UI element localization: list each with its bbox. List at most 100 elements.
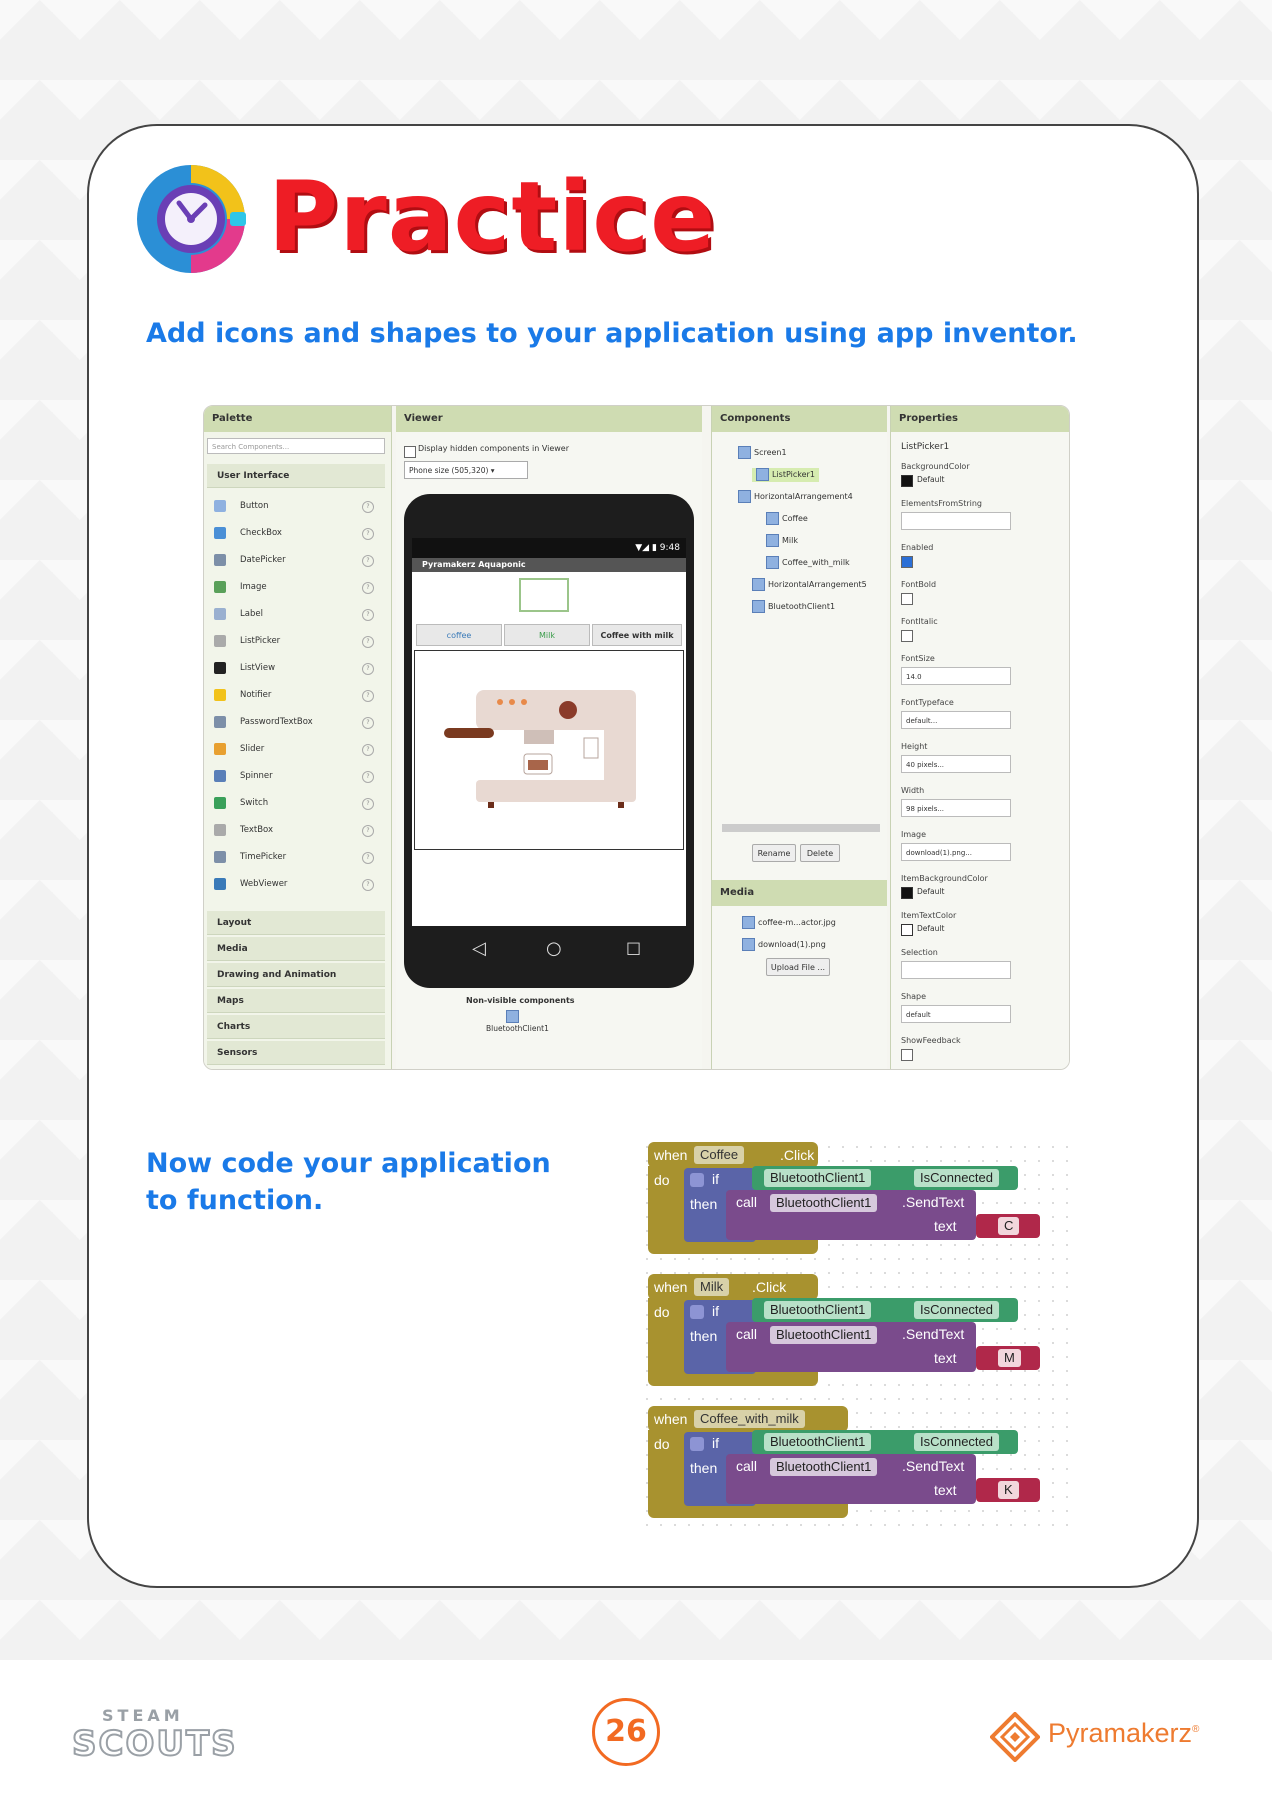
property-label: Width	[901, 786, 925, 795]
palette-category[interactable]: Charts	[207, 1015, 385, 1039]
bluetooth-component-dropdown[interactable]: BluetoothClient1	[764, 1301, 872, 1319]
property-input[interactable]	[901, 961, 1011, 979]
component-tree-item[interactable]: Coffee	[766, 512, 808, 526]
palette-category[interactable]: Sensors	[207, 1041, 385, 1065]
text-string-block[interactable]: M	[976, 1346, 1040, 1370]
component-tree-item[interactable]: HorizontalArrangement4	[738, 490, 853, 504]
component-tree-item[interactable]: ListPicker1	[752, 468, 819, 482]
help-icon[interactable]: ?	[362, 717, 374, 729]
media-file[interactable]: coffee-m...actor.jpg	[742, 916, 836, 930]
help-icon[interactable]: ?	[362, 663, 374, 675]
rename-button[interactable]: Rename	[752, 844, 796, 862]
component-tree-item[interactable]: BluetoothClient1	[752, 600, 835, 614]
bluetooth-component-dropdown[interactable]: BluetoothClient1	[764, 1433, 872, 1451]
property-input[interactable]	[901, 512, 1011, 530]
help-icon[interactable]: ?	[362, 744, 374, 756]
delete-button[interactable]: Delete	[800, 844, 840, 862]
bluetooth-call-dropdown[interactable]: BluetoothClient1	[770, 1326, 878, 1344]
event-component-dropdown[interactable]: Coffee_with_milk	[694, 1410, 805, 1428]
palette-item[interactable]: Switch?	[214, 791, 384, 815]
property-input[interactable]: download(1).png...	[901, 843, 1011, 861]
event-block-group[interactable]: when Coffee_with_milk .Click do if then Blueto…	[640, 1404, 1070, 1536]
palette-item[interactable]: ListPicker?	[214, 629, 384, 653]
event-block-group[interactable]: when Coffee .Click do if then BluetoothClient1…	[640, 1140, 1070, 1272]
mutator-gear-icon[interactable]	[690, 1305, 704, 1319]
steam-scouts-logo: STEAM SCOUTS	[71, 1706, 237, 1776]
property-label: Image	[901, 830, 927, 839]
palette-item[interactable]: Spinner?	[214, 764, 384, 788]
text-string-block[interactable]: C	[976, 1214, 1040, 1238]
components-scrollbar[interactable]	[722, 824, 880, 832]
properties-header: Properties	[891, 406, 1069, 432]
help-icon[interactable]: ?	[362, 879, 374, 891]
milk-button[interactable]: Milk	[504, 624, 590, 646]
is-connected-dropdown[interactable]: IsConnected	[914, 1301, 999, 1319]
palette-category[interactable]: Drawing and Animation	[207, 963, 385, 987]
bluetooth-component-dropdown[interactable]: BluetoothClient1	[764, 1169, 872, 1187]
help-icon[interactable]: ?	[362, 528, 374, 540]
mutator-gear-icon[interactable]	[690, 1173, 704, 1187]
coffee-with-milk-button[interactable]: Coffee with milk	[592, 624, 682, 646]
help-icon[interactable]: ?	[362, 582, 374, 594]
color-swatch[interactable]	[901, 887, 913, 899]
listpicker-box[interactable]	[519, 578, 569, 612]
palette-item[interactable]: Button?	[214, 494, 384, 518]
palette-item[interactable]: WebViewer?	[214, 872, 384, 896]
is-connected-dropdown[interactable]: IsConnected	[914, 1169, 999, 1187]
palette-item[interactable]: CheckBox?	[214, 521, 384, 545]
palette-category[interactable]: Layout	[207, 911, 385, 935]
palette-category[interactable]: Maps	[207, 989, 385, 1013]
property-input[interactable]: 14.0	[901, 667, 1011, 685]
help-icon[interactable]: ?	[362, 798, 374, 810]
bluetooth-call-dropdown[interactable]: BluetoothClient1	[770, 1194, 878, 1212]
property-checkbox[interactable]	[901, 630, 913, 642]
palette-item[interactable]: ListView?	[214, 656, 384, 680]
send-text-label: .SendText	[902, 1194, 965, 1210]
palette-item[interactable]: Slider?	[214, 737, 384, 761]
palette-item[interactable]: TimePicker?	[214, 845, 384, 869]
component-tree-item[interactable]: HorizontalArrangement5	[752, 578, 867, 592]
coffee-button[interactable]: coffee	[416, 624, 502, 646]
text-string-block[interactable]: K	[976, 1478, 1040, 1502]
property-input[interactable]: default	[901, 1005, 1011, 1023]
help-icon[interactable]: ?	[362, 609, 374, 621]
is-connected-dropdown[interactable]: IsConnected	[914, 1433, 999, 1451]
palette-item[interactable]: Image?	[214, 575, 384, 599]
palette-item[interactable]: TextBox?	[214, 818, 384, 842]
upload-file-button[interactable]: Upload File ...	[766, 958, 830, 976]
help-icon[interactable]: ?	[362, 771, 374, 783]
property-input[interactable]: 40 pixels...	[901, 755, 1011, 773]
palette-item[interactable]: Label?	[214, 602, 384, 626]
palette-section-user-interface[interactable]: User Interface	[207, 464, 385, 488]
property-input[interactable]: default...	[901, 711, 1011, 729]
help-icon[interactable]: ?	[362, 636, 374, 648]
help-icon[interactable]: ?	[362, 501, 374, 513]
property-input[interactable]: 98 pixels...	[901, 799, 1011, 817]
event-component-dropdown[interactable]: Milk	[694, 1278, 730, 1296]
help-icon[interactable]: ?	[362, 825, 374, 837]
palette-item[interactable]: Notifier?	[214, 683, 384, 707]
display-hidden-checkbox[interactable]	[404, 446, 416, 458]
property-checkbox[interactable]	[901, 593, 913, 605]
event-component-dropdown[interactable]: Coffee	[694, 1146, 745, 1164]
phone-size-select[interactable]: Phone size (505,320) ▾	[404, 461, 528, 479]
media-file[interactable]: download(1).png	[742, 938, 826, 952]
property-checkbox[interactable]	[901, 556, 913, 568]
help-icon[interactable]: ?	[362, 852, 374, 864]
palette-item[interactable]: PasswordTextBox?	[214, 710, 384, 734]
bluetooth-call-dropdown[interactable]: BluetoothClient1	[770, 1458, 878, 1476]
component-tree-item[interactable]: Milk	[766, 534, 798, 548]
palette-search-input[interactable]: Search Components...	[207, 438, 385, 454]
color-swatch[interactable]	[901, 924, 913, 936]
mutator-gear-icon[interactable]	[690, 1437, 704, 1451]
palette-category[interactable]: Media	[207, 937, 385, 961]
event-block-group[interactable]: when Milk .Click do if then BluetoothClient1 Is…	[640, 1272, 1070, 1404]
component-tree-item[interactable]: Screen1	[738, 446, 787, 460]
property-checkbox[interactable]	[901, 1049, 913, 1061]
color-swatch[interactable]	[901, 475, 913, 487]
help-icon[interactable]: ?	[362, 555, 374, 567]
component-icon	[214, 581, 226, 593]
help-icon[interactable]: ?	[362, 690, 374, 702]
component-tree-item[interactable]: Coffee_with_milk	[766, 556, 850, 570]
palette-item[interactable]: DatePicker?	[214, 548, 384, 572]
